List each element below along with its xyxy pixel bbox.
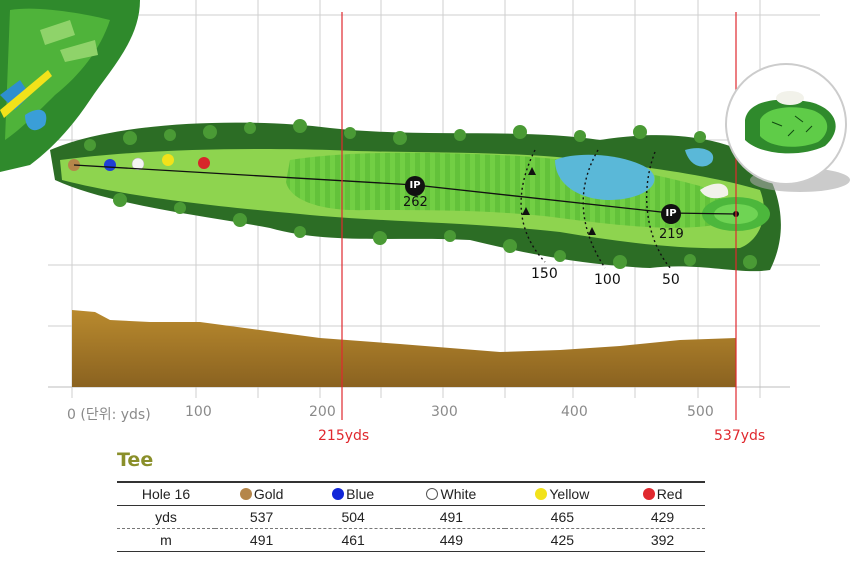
- table-row: m 491 461 449 425 392: [117, 528, 705, 552]
- tee-red-marker: [198, 157, 210, 169]
- cell: 491: [215, 528, 309, 552]
- header-hole: Hole 16: [117, 481, 215, 506]
- tee-blue-marker: [104, 159, 116, 171]
- axis-tick-200: 200: [309, 404, 336, 420]
- header-white: White: [398, 481, 505, 506]
- row-unit: m: [117, 528, 215, 552]
- red-dot-icon: [642, 488, 655, 500]
- cell: 425: [504, 528, 621, 552]
- tee-yellow-marker: [162, 154, 174, 166]
- cell: 504: [308, 505, 399, 529]
- axis-tick-500: 500: [687, 404, 714, 420]
- white-dot-icon: [426, 488, 439, 500]
- cell: 465: [504, 505, 621, 529]
- cell: 461: [308, 528, 399, 552]
- axis-tick-100: 100: [185, 404, 212, 420]
- table-header-row: Hole 16 Gold Blue White Yellow Red: [117, 481, 705, 506]
- axis-tick-300: 300: [431, 404, 458, 420]
- marker-label-537: 537yds: [714, 428, 766, 444]
- distance-label-50: 50: [662, 272, 680, 288]
- gold-dot-icon: [239, 488, 252, 500]
- yellow-dot-icon: [535, 488, 548, 500]
- cell: 392: [620, 528, 705, 552]
- ip-distance-1: 262: [403, 195, 428, 210]
- row-unit: yds: [117, 505, 215, 529]
- ip-badge-1: IP: [405, 176, 425, 196]
- axis-tick-0: 0 (단위: yds): [67, 407, 151, 423]
- cell: 429: [620, 505, 705, 529]
- cell: 449: [398, 528, 505, 552]
- tee-section-title: Tee: [117, 449, 154, 471]
- cell: 491: [398, 505, 505, 529]
- distance-label-150: 150: [531, 266, 558, 282]
- ip-distance-2: 219: [659, 227, 684, 242]
- hole-layout-map: [0, 0, 850, 420]
- cell: 537: [215, 505, 309, 529]
- tee-distance-table: Hole 16 Gold Blue White Yellow Red yds 5…: [117, 481, 705, 552]
- axis-tick-400: 400: [561, 404, 588, 420]
- table-row: yds 537 504 491 465 429: [117, 505, 705, 529]
- header-gold: Gold: [215, 481, 309, 506]
- distance-label-100: 100: [594, 272, 621, 288]
- blue-dot-icon: [332, 488, 345, 500]
- marker-label-215: 215yds: [318, 428, 370, 444]
- header-yellow: Yellow: [504, 481, 621, 506]
- elevation-profile: [72, 310, 736, 387]
- header-red: Red: [620, 481, 705, 506]
- header-blue: Blue: [308, 481, 399, 506]
- ip-badge-2: IP: [661, 204, 681, 224]
